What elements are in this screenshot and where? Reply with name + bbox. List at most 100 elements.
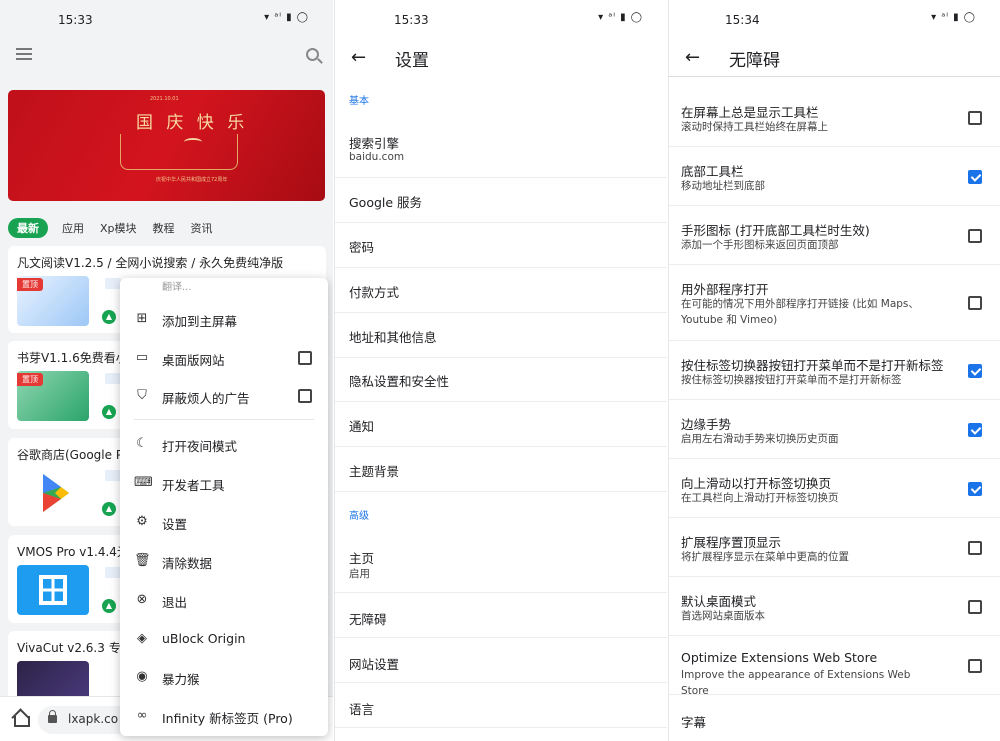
settings-item-label: 搜索引擎 <box>349 136 400 151</box>
section-header-advanced: 高级 <box>349 511 369 522</box>
tab-apps[interactable]: 应用 <box>60 220 86 236</box>
android-icon: ▲ <box>102 502 116 516</box>
terminal-icon: ⌨ <box>134 475 153 490</box>
menu-checkbox[interactable] <box>298 389 312 403</box>
card-title: VivaCut v2.6.3 专业 <box>17 641 133 655</box>
holiday-banner[interactable]: 2021.10.01 国 庆 快 乐 庆祝中华人民共和国成立72周年 <box>8 90 325 201</box>
option-summary: 移动地址栏到底部 <box>681 180 765 192</box>
category-tabs: 最新 应用 Xp模块 教程 资讯 <box>8 218 215 238</box>
status-bar: 15:33 ▾ ᵃˡ ▮ ◯ <box>335 0 667 40</box>
android-icon: ▲ <box>102 405 116 419</box>
checkbox-checked[interactable] <box>968 169 982 184</box>
settings-item-label: 无障碍 <box>349 612 387 627</box>
accessibility-option[interactable]: 向上滑动以打开标签切换页 在工具栏向上滑动打开标签切换页 <box>669 459 1000 518</box>
back-arrow-icon[interactable]: ← <box>685 47 700 68</box>
accessibility-option[interactable]: 手形图标 (打开底部工具栏时生效) 添加一个手形图标来返回页面顶部 <box>669 206 1000 265</box>
gate-illustration <box>120 134 238 170</box>
settings-item-label: 网站设置 <box>349 657 400 672</box>
menu-item[interactable]: ▭ 桌面版网站 <box>120 339 328 377</box>
settings-item[interactable]: 通知 <box>335 402 667 447</box>
hamburger-menu-icon[interactable] <box>16 48 32 60</box>
back-arrow-icon[interactable]: ← <box>351 47 366 68</box>
menu-item[interactable]: ⛉ 屏蔽烦人的广告 <box>120 377 328 415</box>
settings-item[interactable]: 语言 <box>335 683 667 728</box>
accessibility-option[interactable]: 扩展程序置顶显示 将扩展程序显示在菜单中更高的位置 <box>669 518 1000 577</box>
checkbox-unchecked[interactable] <box>968 228 982 243</box>
tab-xp-modules[interactable]: Xp模块 <box>98 220 139 236</box>
infinity-icon: ∞ <box>136 708 148 723</box>
accessibility-option[interactable]: 用外部程序打开 在可能的情况下用外部程序打开链接 (比如 Maps、Youtube… <box>669 265 1000 341</box>
settings-item[interactable]: 隐私设置和安全性 <box>335 357 667 402</box>
checkbox-unchecked[interactable] <box>968 110 982 125</box>
lock-icon <box>48 710 57 723</box>
add-to-home-icon: ⊞ <box>136 311 148 326</box>
accessibility-option[interactable]: 字幕 <box>669 695 1000 741</box>
accessibility-option[interactable]: Optimize Extensions Web Store Improve the… <box>669 636 1000 697</box>
menu-item[interactable]: ◉ 暴力猴 <box>120 658 328 696</box>
settings-item[interactable]: 主题背景 <box>335 447 667 492</box>
settings-item[interactable]: 密码 <box>335 223 667 268</box>
menu-item[interactable]: ⌨ 开发者工具 <box>120 464 328 502</box>
card-title: 书芽V1.1.6免费看小 <box>17 351 128 365</box>
menu-item[interactable]: ⚙ 设置 <box>120 503 328 541</box>
menu-checkbox[interactable] <box>298 351 312 365</box>
search-icon[interactable] <box>306 48 319 61</box>
checkbox-unchecked[interactable] <box>968 658 982 673</box>
home-icon[interactable] <box>12 711 30 727</box>
tab-news[interactable]: 资讯 <box>189 220 215 236</box>
settings-item[interactable]: 主页 启用 <box>335 530 667 593</box>
site-header <box>0 40 333 74</box>
checkbox-unchecked[interactable] <box>968 599 982 614</box>
checkbox-checked[interactable] <box>968 422 982 437</box>
menu-item-label: 退出 <box>162 595 188 610</box>
settings-panel: 15:33 ▾ ᵃˡ ▮ ◯ ← 设置 基本 搜索引擎 baidu.com Goog… <box>334 0 667 741</box>
menu-item[interactable]: ∞ Infinity 新标签页 (Pro) <box>120 697 328 735</box>
google-play-icon <box>17 468 89 518</box>
settings-item-label: 主页 <box>349 551 375 566</box>
folder-icon <box>105 470 121 481</box>
menu-item-label: 桌面版网站 <box>162 353 225 368</box>
shield-icon: ⛉ <box>137 388 147 403</box>
tab-tutorials[interactable]: 教程 <box>151 220 177 236</box>
settings-item[interactable]: 付款方式 <box>335 268 667 313</box>
gear-icon: ⚙ <box>136 514 148 529</box>
menu-item[interactable]: 🗑 清除数据 <box>120 542 328 580</box>
settings-item[interactable]: 网站设置 <box>335 638 667 683</box>
android-icon: ▲ <box>102 310 116 324</box>
menu-item-label: uBlock Origin <box>162 631 246 646</box>
checkbox-checked[interactable] <box>968 481 982 496</box>
settings-item[interactable]: 搜索引擎 baidu.com <box>335 113 667 178</box>
checkbox-checked[interactable] <box>968 363 982 378</box>
menu-item-translate[interactable]: 翻译... <box>162 278 192 293</box>
checkbox-unchecked[interactable] <box>968 540 982 555</box>
accessibility-option[interactable]: 按住标签切换器按钮打开菜单而不是打开新标签 按住标签切换器按钮打开菜单而不是打开新… <box>669 341 1000 400</box>
option-summary: 添加一个手形图标来返回页面顶部 <box>681 239 839 251</box>
option-summary: 在工具栏向上滑动打开标签切换页 <box>681 492 839 504</box>
menu-item[interactable]: ◈ uBlock Origin <box>120 620 328 658</box>
settings-item[interactable]: 地址和其他信息 <box>335 313 667 358</box>
moon-icon: ☾ <box>136 436 148 451</box>
accessibility-option[interactable]: 边缘手势 启用左右滑动手势来切换历史页面 <box>669 400 1000 459</box>
accessibility-panel: 15:34 ▾ ᵃˡ ▮ ◯ ← 无障碍 在屏幕上总是显示工具栏 滚动时保持工具栏… <box>668 0 1000 741</box>
menu-item[interactable]: ☾ 打开夜间模式 <box>120 425 328 463</box>
settings-item-label: 语言 <box>349 702 375 717</box>
page-title: 设置 <box>395 51 429 71</box>
option-label: Optimize Extensions Web Store <box>681 650 878 665</box>
accessibility-option[interactable]: 在屏幕上总是显示工具栏 滚动时保持工具栏始终在屏幕上 <box>669 88 1000 147</box>
trash-icon: 🗑 <box>134 553 151 568</box>
settings-item[interactable]: 无障碍 <box>335 593 667 638</box>
exit-icon: ⊗ <box>136 592 148 607</box>
menu-item[interactable]: ⊞ 添加到主屏幕 <box>120 300 328 338</box>
pinned-badge: 置顶 <box>17 278 43 291</box>
tab-latest[interactable]: 最新 <box>8 218 48 238</box>
settings-item[interactable]: Google 服务 <box>335 178 667 223</box>
accessibility-option[interactable]: 底部工具栏 移动地址栏到底部 <box>669 147 1000 206</box>
status-bar: 15:33 ▾ ᵃˡ ▮ ◯ <box>0 0 333 40</box>
accessibility-option[interactable]: 默认桌面模式 首选网站桌面版本 <box>669 577 1000 636</box>
menu-item-label: Infinity 新标签页 (Pro) <box>162 711 293 726</box>
menu-item-label: 添加到主屏幕 <box>162 314 238 329</box>
menu-item-label: 屏蔽烦人的广告 <box>162 391 250 406</box>
checkbox-unchecked[interactable] <box>968 296 982 310</box>
accessibility-header: ← 无障碍 <box>669 40 1000 77</box>
menu-item[interactable]: ⊗ 退出 <box>120 581 328 619</box>
